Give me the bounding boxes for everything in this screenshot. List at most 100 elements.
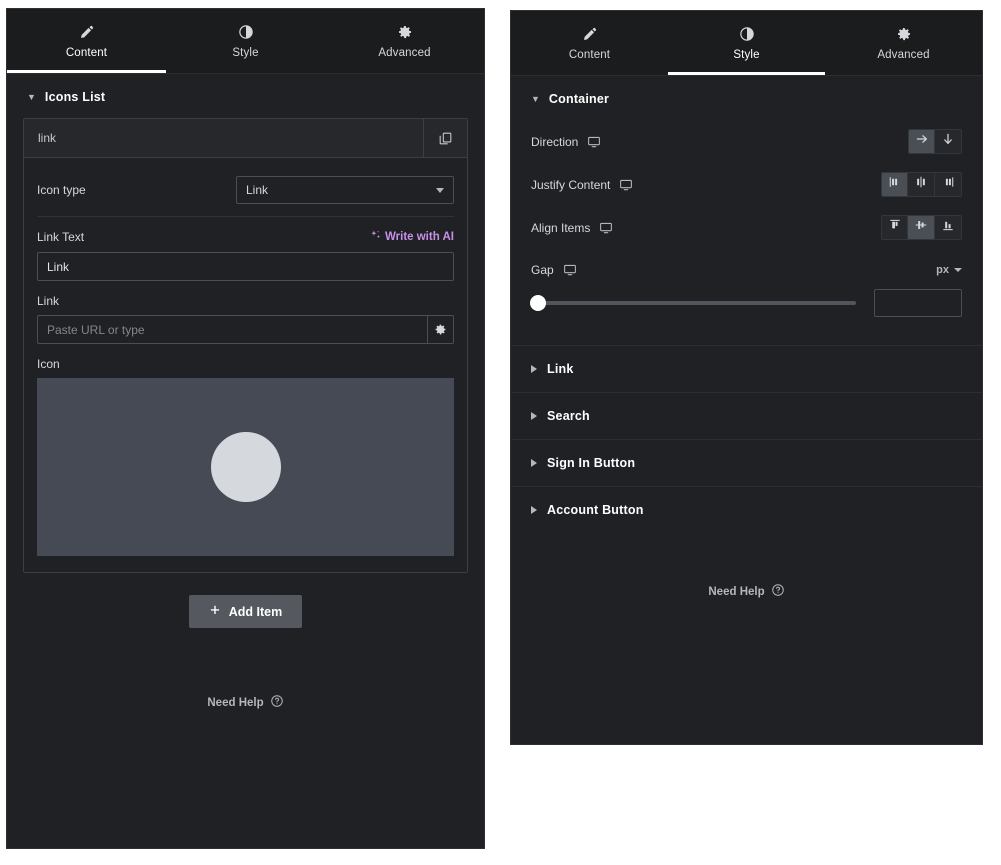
icon-preview[interactable] (37, 378, 454, 556)
link-text-input[interactable] (37, 252, 454, 281)
content-panel: Content Style Advanced ▼ Icons List link… (6, 8, 485, 849)
need-help-right[interactable]: Need Help (511, 533, 982, 600)
repeater-item-title[interactable]: link (24, 119, 423, 157)
desktop-icon[interactable] (587, 135, 601, 149)
section-search-header[interactable]: Search (511, 392, 982, 439)
tab-style[interactable]: Style (166, 9, 325, 73)
chevron-down-icon (436, 188, 444, 193)
tab-advanced[interactable]: Advanced (825, 11, 982, 75)
icon-type-value: Link (246, 183, 269, 197)
justify-start-icon (888, 175, 902, 194)
tab-style[interactable]: Style (668, 11, 825, 75)
section-icons-list-header[interactable]: ▼ Icons List (7, 74, 484, 118)
right-panel-tabbar: Content Style Advanced (511, 11, 982, 76)
icon-block: Icon (37, 357, 454, 556)
justify-content-label: Justify Content (531, 177, 611, 192)
icon-type-select[interactable]: Link (236, 176, 454, 204)
chevron-right-icon (531, 459, 537, 467)
add-item-button[interactable]: Add Item (188, 595, 303, 628)
icon-type-label: Icon type (37, 183, 86, 197)
align-top-button[interactable] (881, 215, 908, 240)
desktop-icon[interactable] (563, 263, 577, 277)
justify-center-icon (914, 175, 928, 194)
need-help-left[interactable]: Need Help (23, 628, 468, 711)
link-url-label: Link (37, 294, 60, 308)
duplicate-icon[interactable] (423, 119, 467, 157)
need-help-label: Need Help (708, 585, 765, 598)
add-item-label: Add Item (228, 604, 283, 619)
tab-advanced-label: Advanced (877, 49, 930, 61)
icon-type-row: Icon type Link (37, 172, 454, 216)
pencil-icon (511, 24, 668, 43)
gear-icon (325, 22, 484, 41)
section-sign-in-button-header[interactable]: Sign In Button (511, 439, 982, 486)
align-items-button-group (881, 215, 962, 240)
divider (37, 216, 454, 217)
question-circle-icon (771, 583, 785, 600)
tab-advanced-label: Advanced (378, 47, 431, 59)
content-panel-body: ▼ Icons List link Icon type Link Link Te… (7, 74, 484, 848)
desktop-icon[interactable] (619, 178, 633, 192)
link-url-input[interactable] (37, 315, 427, 344)
container-controls: Direction Justify Content Align Items Ga… (511, 120, 982, 319)
icon-label: Icon (37, 357, 60, 371)
align-middle-icon (914, 218, 928, 237)
link-url-block: Link (37, 294, 454, 344)
tab-content[interactable]: Content (7, 9, 166, 73)
chevron-down-icon: ▼ (27, 91, 36, 102)
direction-label: Direction (531, 134, 579, 149)
section-account-button-title: Account Button (547, 503, 644, 517)
contrast-circle-icon (166, 22, 325, 41)
link-options-gear-icon[interactable] (426, 315, 454, 344)
gap-slider[interactable] (530, 295, 856, 311)
chevron-right-icon (531, 506, 537, 514)
section-search-title: Search (547, 409, 590, 423)
align-bottom-button[interactable] (935, 215, 962, 240)
gap-header: Gap px (531, 249, 962, 283)
section-container-title: Container (548, 92, 610, 106)
left-panel-tabbar: Content Style Advanced (7, 9, 484, 74)
plus-icon (209, 604, 221, 619)
tab-content[interactable]: Content (511, 11, 668, 75)
icons-list-repeater: link Icon type Link Link Text Write with… (7, 118, 484, 711)
repeater-item-header: link (24, 119, 467, 158)
link-url-field (37, 315, 454, 344)
write-with-ai-button[interactable]: Write with AI (369, 229, 454, 245)
style-panel-body: ▼ Container Direction Justify Content Al… (511, 76, 982, 744)
justify-start-button[interactable] (881, 172, 908, 197)
contrast-circle-icon (668, 24, 825, 43)
section-link-header[interactable]: Link (511, 345, 982, 392)
section-container-header[interactable]: ▼ Container (511, 76, 982, 120)
section-sign-in-button-title: Sign In Button (547, 456, 636, 470)
align-items-label: Align Items (531, 220, 591, 235)
justify-end-button[interactable] (935, 172, 962, 197)
question-circle-icon (270, 694, 284, 711)
desktop-icon[interactable] (599, 221, 613, 235)
sparkle-icon (369, 229, 382, 245)
chevron-down-icon (954, 268, 962, 272)
tab-style-label: Style (232, 47, 259, 59)
direction-column-button[interactable] (935, 129, 962, 154)
justify-center-button[interactable] (908, 172, 935, 197)
style-panel: Content Style Advanced ▼ Container Direc… (510, 10, 983, 745)
section-account-button-header[interactable]: Account Button (511, 486, 982, 533)
chevron-right-icon (531, 412, 537, 420)
gap-unit-selector[interactable]: px (936, 264, 962, 276)
chevron-down-icon: ▼ (531, 93, 540, 104)
align-items-row: Align Items (531, 206, 962, 249)
gap-slider-handle[interactable] (530, 295, 546, 311)
gap-value-input[interactable] (874, 289, 962, 317)
link-text-header: Link Text Write with AI (37, 229, 454, 245)
arrow-down-icon (941, 132, 955, 151)
tab-advanced[interactable]: Advanced (325, 9, 484, 73)
write-with-ai-label: Write with AI (385, 231, 454, 243)
direction-row-button[interactable] (908, 129, 935, 154)
tab-style-label: Style (733, 49, 760, 61)
repeater-item-body: Icon type Link Link Text Write with AI L… (24, 158, 467, 572)
align-top-icon (888, 218, 902, 237)
direction-row: Direction (531, 120, 962, 163)
gap-unit-label: px (936, 264, 949, 276)
align-middle-button[interactable] (908, 215, 935, 240)
gear-icon (825, 24, 982, 43)
screenshot-root: Content Style Advanced ▼ Icons List link… (0, 0, 1001, 865)
